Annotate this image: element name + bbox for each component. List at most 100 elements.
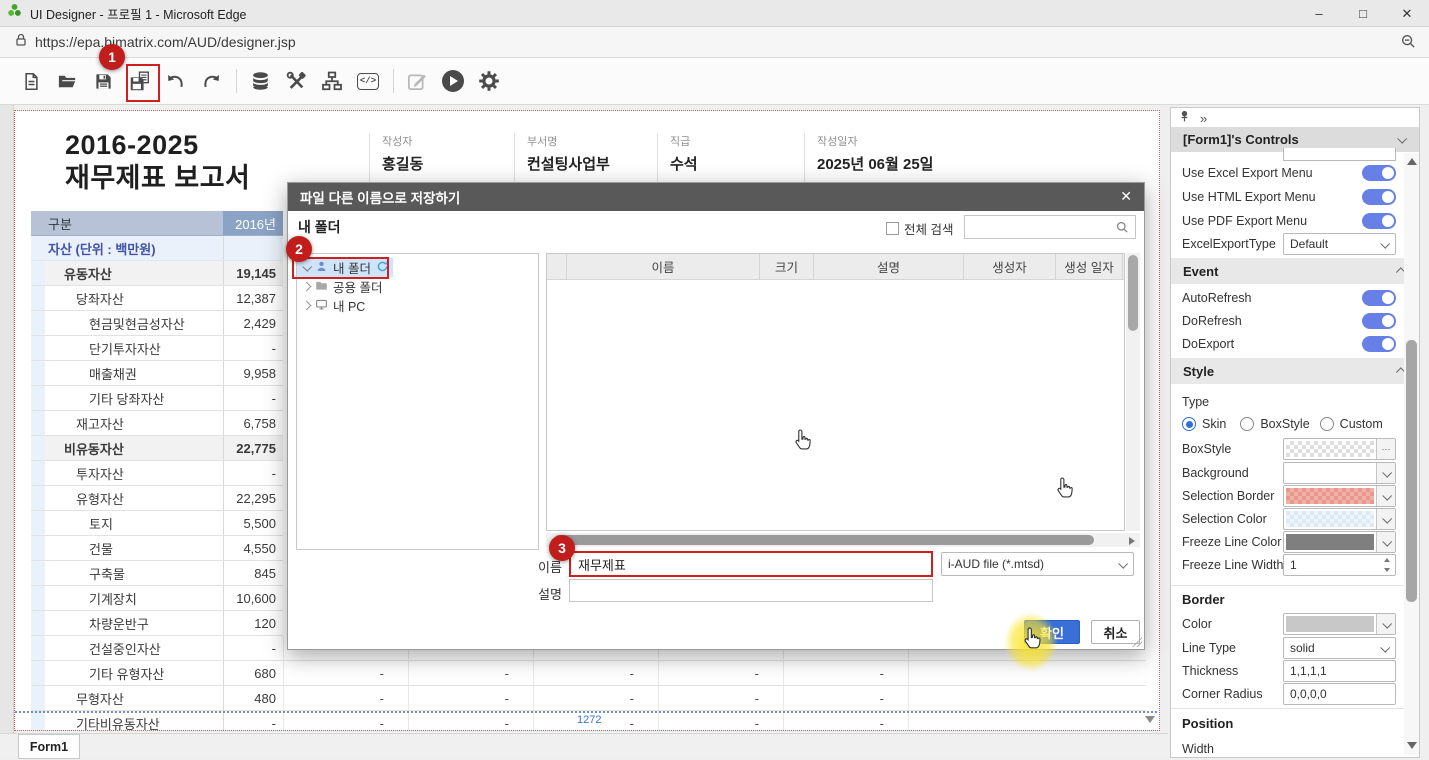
toggle-on[interactable] [1362,213,1396,229]
prop-use-excel-export: Use Excel Export Menu [1182,162,1396,184]
url-text[interactable]: https://epa.bimatrix.com/AUD/designer.js… [35,34,296,50]
file-type-select[interactable]: i-AUD file (*.mtsd) [941,552,1134,576]
column-size[interactable]: 크기 [760,254,814,279]
section-event[interactable]: Event [1171,258,1419,284]
scroll-up-icon[interactable] [1407,158,1417,165]
chevron-down-icon [1380,238,1390,248]
chevron-down-icon [1382,490,1392,500]
dialog-titlebar[interactable]: 파일 다른 이름으로 저장하기 ✕ [288,183,1144,211]
boxstyle-swatch[interactable]: ··· [1283,438,1396,460]
description-input[interactable] [569,579,933,602]
current-folder-label: 내 폴더 [298,217,341,237]
new-file-button[interactable] [16,66,46,96]
minimize-button[interactable]: – [1297,0,1341,27]
dialog-resize-grip[interactable] [1132,637,1142,647]
hand-cursor [792,428,814,459]
search-all-checkbox[interactable] [886,222,899,235]
table-row: 건설중인자산- [31,636,283,661]
table-row: 기타비유동자산- [31,711,283,731]
background-swatch[interactable] [1283,462,1396,484]
maximize-button[interactable]: □ [1341,0,1385,27]
file-list: 이름 크기 설명 생성자 생성 일자 [546,253,1125,531]
table-row: 기타 당좌자산- [31,386,283,411]
line-type-select[interactable]: solid [1283,637,1396,659]
selection-color-swatch[interactable] [1283,508,1396,530]
toolbar-separator [236,69,237,93]
column-created-date[interactable]: 생성 일자 [1056,254,1123,279]
tree-collapsed-icon[interactable] [302,282,312,292]
tree-collapsed-icon[interactable] [302,301,312,311]
toggle-on[interactable] [1362,290,1396,306]
ellipsis-button[interactable]: ··· [1376,439,1395,459]
undo-button[interactable] [160,66,190,96]
selection-border-swatch[interactable] [1283,485,1396,507]
search-all-label: 전체 검색 [904,219,953,238]
prop-dorefresh: DoRefresh [1182,310,1396,332]
lock-icon [13,32,29,53]
dialog-search-input[interactable] [964,215,1136,239]
address-bar[interactable]: https://epa.bimatrix.com/AUD/designer.js… [0,27,1429,58]
freeze-line-width-input[interactable] [1283,554,1396,576]
table-row: 토지5,500 [31,511,283,536]
redo-button[interactable] [196,66,226,96]
column-description[interactable]: 설명 [814,254,964,279]
chevron-down-icon [1382,618,1392,628]
run-button[interactable] [438,66,468,96]
file-list-vscrollbar-thumb[interactable] [1128,255,1138,331]
hierarchy-button[interactable] [317,66,347,96]
close-button[interactable]: ✕ [1385,0,1429,27]
table-row: 차량운반구120 [31,611,283,636]
toggle-on[interactable] [1362,313,1396,329]
chevron-down-icon [1397,134,1407,144]
border-color-swatch[interactable] [1283,613,1396,635]
corner-radius-input[interactable] [1283,683,1396,705]
report-meta-department: 부서명컨설팅사업부 [514,133,610,183]
file-name-input[interactable] [569,551,933,577]
step-down-icon[interactable] [1384,568,1390,572]
prop-width: Width [1182,738,1396,760]
radio-skin[interactable] [1182,417,1196,431]
scroll-right-icon[interactable] [1129,537,1135,545]
tab-form1[interactable]: Form1 [18,734,80,759]
table-row: 당좌자산12,387 [31,286,283,311]
file-list-hscrollbar-thumb[interactable] [554,535,1094,545]
computer-icon [315,298,328,314]
dialog-close-button[interactable]: ✕ [1120,188,1132,205]
excel-export-type-select[interactable]: Default [1283,233,1396,255]
play-icon [442,70,464,92]
open-folder-button[interactable] [52,66,82,96]
save-button[interactable] [88,66,118,96]
chevron-down-icon [1382,467,1392,477]
section-style[interactable]: Style [1171,358,1419,384]
collapse-panel-icon[interactable]: » [1200,111,1207,126]
tools-button[interactable] [281,66,311,96]
data-source-button[interactable] [245,66,275,96]
panel-scrollbar-thumb[interactable] [1406,340,1417,602]
column-select[interactable] [547,254,567,279]
toggle-on[interactable] [1362,165,1396,181]
app-logo-icon [7,3,22,23]
freeze-line-width-stepper[interactable] [1283,554,1396,576]
tree-item-my-pc[interactable]: 내 PC [297,296,538,315]
toggle-on[interactable] [1362,336,1396,352]
radio-boxstyle[interactable] [1240,417,1254,431]
pin-icon[interactable] [1178,110,1191,126]
clipped-input[interactable] [1283,148,1396,161]
radio-custom[interactable] [1320,417,1334,431]
toggle-on[interactable] [1362,189,1396,205]
thickness-input[interactable] [1283,660,1396,682]
save-as-dialog: 파일 다른 이름으로 저장하기 ✕ 내 폴더 전체 검색 내 폴더 공용 폴더 [287,182,1145,650]
settings-button[interactable] [474,66,504,96]
step-up-icon[interactable] [1384,558,1390,562]
column-creator[interactable]: 생성자 [964,254,1056,279]
tree-item-shared-folder[interactable]: 공용 폴더 [297,277,538,296]
chevron-down-icon [1118,558,1128,568]
zoom-out-icon[interactable] [1400,33,1417,55]
dialog-title: 파일 다른 이름으로 저장하기 [300,187,460,207]
table-row-years: ----- [283,686,1146,711]
code-button[interactable]: </> [353,66,383,96]
canvas-scroll-down-icon[interactable] [1145,716,1155,723]
column-name[interactable]: 이름 [567,254,760,279]
freeze-line-color-swatch[interactable] [1283,531,1396,553]
scroll-down-icon[interactable] [1407,742,1417,749]
